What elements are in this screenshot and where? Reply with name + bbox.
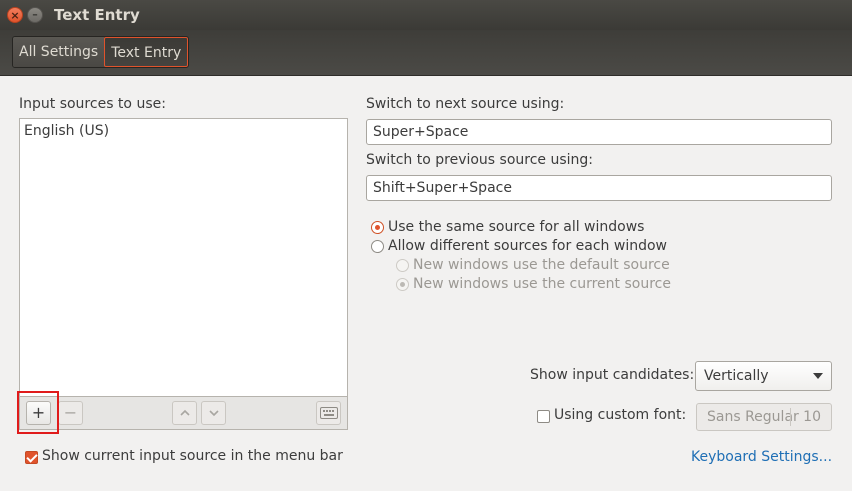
custom-font-label: Using custom font: — [554, 407, 687, 423]
font-separator — [790, 408, 791, 426]
list-item[interactable]: English (US) — [24, 123, 109, 139]
chevron-down-icon — [813, 373, 823, 379]
current-source-label: New windows use the current source — [413, 276, 671, 292]
default-source-label: New windows use the default source — [413, 257, 670, 273]
window-title: Text Entry — [54, 6, 140, 24]
keyboard-settings-link[interactable]: Keyboard Settings... — [691, 449, 832, 465]
remove-source-button[interactable]: − — [58, 401, 83, 425]
custom-font-checkbox[interactable] — [537, 410, 550, 423]
input-sources-toolbar: + − — [19, 396, 348, 430]
input-candidates-value: Vertically — [704, 368, 769, 384]
add-source-button[interactable]: + — [26, 401, 51, 425]
default-source-radio[interactable] — [396, 259, 409, 272]
prev-source-label: Switch to previous source using: — [366, 152, 594, 168]
show-menu-bar-checkbox[interactable] — [25, 451, 38, 464]
breadcrumb-all-settings[interactable]: All Settings — [13, 37, 105, 67]
same-source-radio[interactable] — [371, 221, 384, 234]
input-candidates-label: Show input candidates: — [530, 367, 695, 383]
different-sources-label: Allow different sources for each window — [388, 238, 667, 254]
move-up-button[interactable] — [172, 401, 197, 425]
header-toolbar: All Settings Text Entry — [0, 30, 852, 76]
minimize-icon[interactable]: – — [27, 7, 43, 23]
keyboard-layout-button[interactable] — [316, 401, 341, 425]
next-source-field[interactable]: Super+Space — [366, 119, 832, 145]
font-size: 10 — [803, 409, 821, 425]
font-chooser-button[interactable]: Sans Regular 10 — [696, 403, 832, 431]
font-name: Sans Regular — [707, 409, 799, 425]
input-candidates-dropdown[interactable]: Vertically — [695, 361, 832, 391]
different-sources-radio[interactable] — [371, 240, 384, 253]
prev-source-field[interactable]: Shift+Super+Space — [366, 175, 832, 201]
keyboard-icon — [319, 407, 338, 419]
close-icon[interactable]: × — [7, 7, 23, 23]
move-down-button[interactable] — [201, 401, 226, 425]
input-sources-label: Input sources to use: — [19, 96, 166, 112]
chevron-up-icon — [179, 409, 190, 416]
breadcrumb-text-entry[interactable]: Text Entry — [104, 37, 189, 67]
current-source-radio[interactable] — [396, 278, 409, 291]
next-source-label: Switch to next source using: — [366, 96, 565, 112]
input-sources-list[interactable]: English (US) — [19, 118, 348, 396]
breadcrumb: All Settings Text Entry — [12, 36, 190, 68]
show-menu-bar-label: Show current input source in the menu ba… — [42, 448, 343, 464]
title-bar: × – Text Entry — [0, 0, 852, 30]
chevron-down-icon — [208, 410, 219, 417]
same-source-label: Use the same source for all windows — [388, 219, 645, 235]
